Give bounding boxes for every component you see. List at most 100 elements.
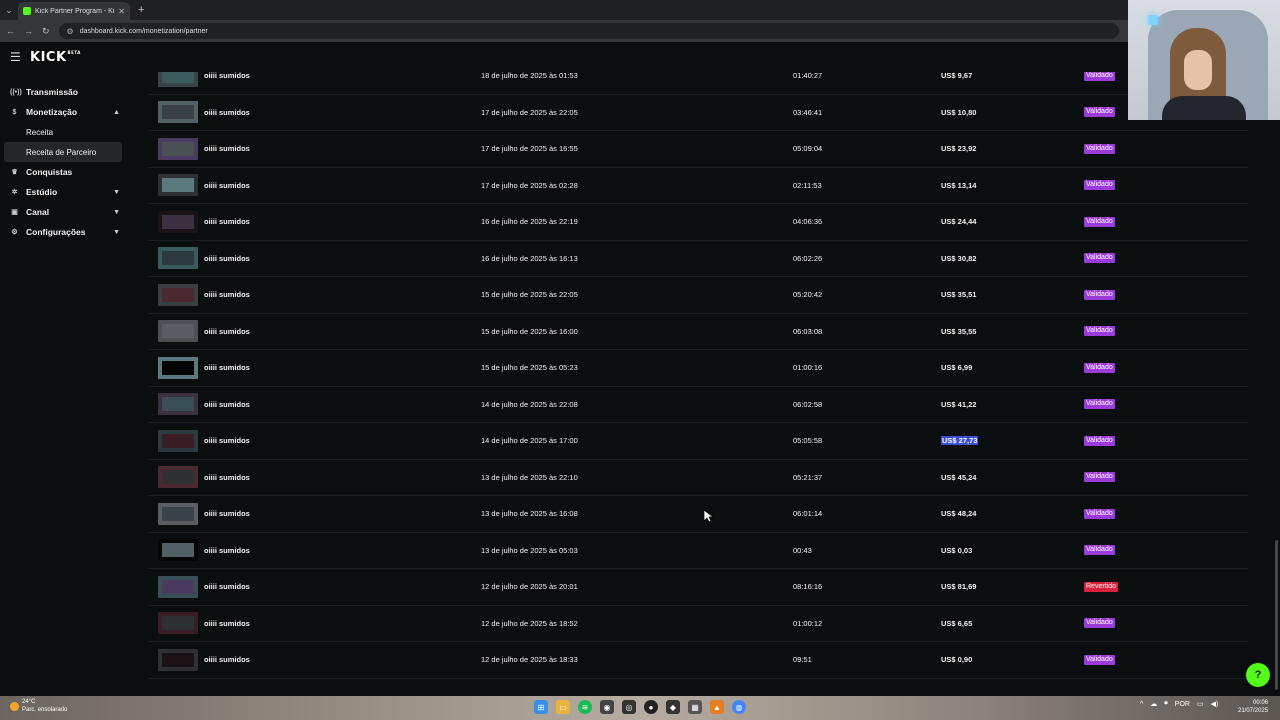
help-chat-icon[interactable]: ?: [1246, 663, 1270, 687]
forward-icon[interactable]: →: [24, 26, 33, 36]
reload-icon[interactable]: ↻: [42, 26, 50, 37]
table-row[interactable]: oiiii sumidos 16 de julho de 2025 às 16:1…: [148, 241, 1248, 277]
windows-start-icon[interactable]: ⊞: [534, 700, 548, 714]
stream-thumbnail[interactable]: [158, 466, 198, 489]
status-badge: Validado: [1084, 545, 1115, 556]
table-row[interactable]: oiiii sumidos 13 de julho de 2025 às 05:0…: [148, 533, 1248, 569]
stream-thumbnail[interactable]: [158, 539, 198, 562]
site-info-icon[interactable]: ⚙: [67, 27, 74, 36]
table-row[interactable]: oiiii sumidos 16 de julho de 2025 às 22:1…: [148, 204, 1248, 241]
app3-icon[interactable]: ▦: [688, 700, 702, 714]
stream-thumbnail[interactable]: [158, 210, 198, 233]
chrome-icon[interactable]: ◍: [732, 700, 746, 714]
sidebar-item-transmissao[interactable]: ((•)) Transmissão: [4, 82, 126, 102]
studio-icon: ✲: [11, 189, 18, 196]
stream-duration: 06:02:26: [793, 253, 823, 263]
stream-title: oiiii sumidos: [204, 436, 250, 446]
table-row[interactable]: oiiii sumidos 17 de julho de 2025 às 22:0…: [148, 95, 1248, 131]
stream-thumbnail[interactable]: [158, 648, 198, 671]
broadcast-icon: ((•)): [10, 88, 22, 96]
volume-icon[interactable]: ◀): [1211, 700, 1219, 708]
table-row[interactable]: oiiii sumidos 14 de julho de 2025 às 22:0…: [148, 387, 1248, 423]
vlc-icon[interactable]: ▲: [710, 700, 724, 714]
close-tab-icon[interactable]: ✕: [118, 7, 125, 16]
webcam-overlay: [1128, 0, 1280, 120]
sidebar-item-conquistas[interactable]: ♛ Conquistas: [4, 162, 126, 182]
stream-amount: US$ 27,73: [941, 436, 979, 446]
stream-thumbnail[interactable]: [158, 137, 198, 160]
table-row[interactable]: oiiii sumidos 17 de julho de 2025 às 16:5…: [148, 131, 1248, 168]
sidebar-item-receita[interactable]: Receita: [4, 122, 122, 142]
stream-duration: 06:01:14: [793, 509, 823, 519]
tab-search-icon[interactable]: ⌄: [0, 0, 18, 20]
stream-amount: US$ 6,99: [941, 363, 973, 373]
stream-thumbnail[interactable]: [158, 502, 198, 525]
file-explorer-icon[interactable]: ▭: [556, 700, 570, 714]
kick-logo[interactable]: KICKBETA: [30, 50, 81, 65]
back-icon[interactable]: ←: [6, 26, 15, 36]
scrollbar[interactable]: [1275, 540, 1278, 690]
chevron-down-icon[interactable]: ▼: [113, 209, 120, 216]
table-row[interactable]: oiiii sumidos 18 de julho de 2025 às 01:5…: [148, 72, 1248, 95]
gear-icon: ⚙: [11, 229, 18, 236]
sidebar-item-monetizacao[interactable]: $ Monetização ▲: [4, 102, 126, 122]
mic-icon[interactable]: ⏺: [1164, 700, 1168, 708]
stream-date: 18 de julho de 2025 às 01:53: [481, 72, 578, 81]
display-icon[interactable]: ▭: [1197, 700, 1204, 708]
stream-thumbnail[interactable]: [158, 247, 198, 270]
dashboard-header: ☰ KICKBETA: [0, 42, 1280, 72]
menu-icon[interactable]: ☰: [10, 50, 24, 64]
stream-thumbnail[interactable]: [158, 612, 198, 635]
obs-icon[interactable]: ◉: [600, 700, 614, 714]
chevron-up-icon[interactable]: ▲: [113, 109, 120, 116]
stream-thumbnail[interactable]: [158, 174, 198, 197]
table-row[interactable]: oiiii sumidos 15 de julho de 2025 às 16:0…: [148, 314, 1248, 350]
weather-widget[interactable]: 24°C Parc. ensolarado: [10, 698, 67, 714]
table-row[interactable]: oiiii sumidos 13 de julho de 2025 às 22:1…: [148, 460, 1248, 496]
chevron-down-icon[interactable]: ▼: [113, 189, 120, 196]
stream-title: oiiii sumidos: [204, 290, 250, 300]
chevron-up-icon[interactable]: ^: [1140, 701, 1143, 708]
table-row[interactable]: oiiii sumidos 15 de julho de 2025 às 22:0…: [148, 277, 1248, 314]
os-taskbar: 24°C Parc. ensolarado ⊞ ▭ ≋ ◉ ◎ ● ◆ ▦ ▲ ◍…: [0, 696, 1280, 720]
stream-thumbnail[interactable]: [158, 356, 198, 379]
table-row[interactable]: oiiii sumidos 12 de julho de 2025 às 18:3…: [148, 642, 1248, 679]
status-badge: Validado: [1084, 508, 1115, 519]
language-indicator[interactable]: POR: [1175, 701, 1190, 708]
spotify-icon[interactable]: ≋: [578, 700, 592, 714]
browser-tab[interactable]: Kick Partner Program - Kick Da ✕: [18, 2, 130, 20]
table-row[interactable]: oiiii sumidos 12 de julho de 2025 às 18:5…: [148, 606, 1248, 642]
chevron-down-icon[interactable]: ▼: [113, 229, 120, 236]
address-bar[interactable]: ⚙ dashboard.kick.com/monetization/partne…: [58, 23, 1119, 39]
sidebar-item-configuracoes[interactable]: ⚙ Configurações ▼: [4, 222, 126, 242]
stream-thumbnail[interactable]: [158, 393, 198, 416]
app2-icon[interactable]: ◆: [666, 700, 680, 714]
table-row[interactable]: oiiii sumidos 17 de julho de 2025 às 02:2…: [148, 168, 1248, 204]
stream-title: oiiii sumidos: [204, 545, 250, 555]
dollar-icon: $: [12, 108, 17, 116]
stream-date: 15 de julho de 2025 às 16:00: [481, 326, 578, 336]
sidebar-item-receita-de-parceiro[interactable]: Receita de Parceiro: [4, 142, 122, 162]
table-row[interactable]: oiiii sumidos 15 de julho de 2025 às 05:2…: [148, 350, 1248, 387]
stream-thumbnail[interactable]: [158, 283, 198, 306]
stream-date: 17 de julho de 2025 às 16:55: [481, 144, 578, 154]
kick-favicon-icon: [23, 7, 31, 15]
table-row[interactable]: oiiii sumidos 12 de julho de 2025 às 20:0…: [148, 569, 1248, 606]
stream-thumbnail[interactable]: [158, 72, 198, 87]
stream-amount: US$ 24,44: [941, 217, 977, 227]
app-icon[interactable]: ●: [644, 700, 658, 714]
cloud-icon[interactable]: ☁: [1150, 700, 1157, 708]
sidebar-item-estudio[interactable]: ✲ Estúdio ▼: [4, 182, 126, 202]
stream-thumbnail[interactable]: [158, 575, 198, 598]
system-clock[interactable]: 00:06 21/07/2025: [1238, 699, 1268, 715]
table-row[interactable]: oiiii sumidos 13 de julho de 2025 às 16:0…: [148, 496, 1248, 533]
stream-title: oiiii sumidos: [204, 180, 250, 190]
stream-duration: 05:20:42: [793, 290, 823, 300]
new-tab-icon[interactable]: +: [138, 4, 144, 16]
sidebar-item-canal[interactable]: ▣ Canal ▼: [4, 202, 126, 222]
table-row[interactable]: oiiii sumidos 14 de julho de 2025 às 17:0…: [148, 423, 1248, 460]
steam-icon[interactable]: ◎: [622, 700, 636, 714]
stream-thumbnail[interactable]: [158, 320, 198, 343]
stream-thumbnail[interactable]: [158, 429, 198, 452]
stream-thumbnail[interactable]: [158, 101, 198, 124]
